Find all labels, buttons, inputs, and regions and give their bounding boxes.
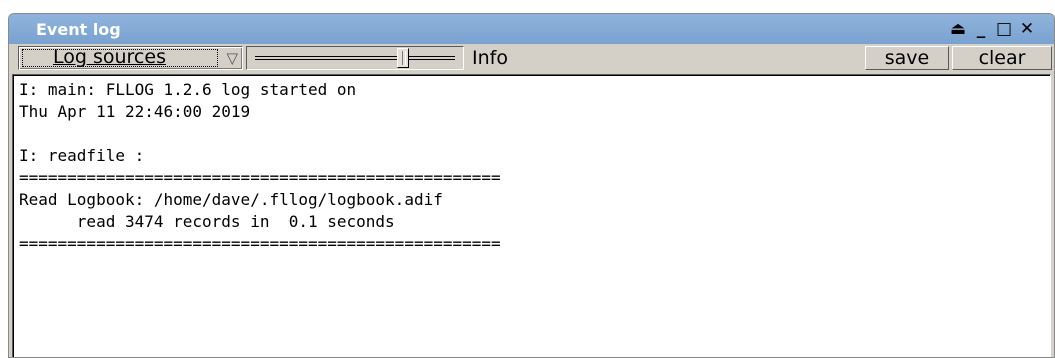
- log-line: ========================================…: [19, 168, 501, 187]
- log-line: Read Logbook: /home/dave/.fllog/logbook.…: [19, 190, 443, 209]
- title-bar[interactable]: Event log ⏏ _ □ ✕: [9, 14, 1054, 45]
- minimize-icon[interactable]: _: [970, 17, 992, 41]
- log-level-label: Info: [472, 47, 508, 69]
- shade-icon[interactable]: ⏏: [947, 17, 969, 41]
- log-line: Thu Apr 11 22:46:00 2019: [19, 102, 251, 121]
- save-button[interactable]: save: [865, 46, 949, 70]
- log-line: I: readfile :: [19, 146, 145, 165]
- window-title: Event log: [36, 20, 121, 39]
- maximize-icon[interactable]: □: [993, 17, 1015, 41]
- log-text: I: main: FLLOG 1.2.6 log started on Thu …: [13, 75, 1050, 255]
- close-icon[interactable]: ✕: [1016, 17, 1038, 41]
- slider-thumb[interactable]: [397, 48, 409, 68]
- log-line: ========================================…: [19, 234, 501, 253]
- slider-track: [255, 56, 455, 60]
- clear-button[interactable]: clear: [952, 46, 1052, 70]
- dropdown-triangle-icon: ▽: [226, 49, 238, 67]
- log-level-slider[interactable]: [246, 46, 464, 70]
- log-sources-menu-button[interactable]: Log sources ▽: [18, 46, 243, 70]
- toolbar: Log sources ▽ Info save clear: [9, 44, 1054, 72]
- log-line: read 3474 records in 0.1 seconds: [19, 212, 395, 231]
- log-line: I: main: FLLOG 1.2.6 log started on: [19, 80, 357, 99]
- log-text-area[interactable]: I: main: FLLOG 1.2.6 log started on Thu …: [12, 74, 1051, 357]
- log-sources-label: Log sources: [53, 46, 166, 68]
- event-log-window: Event log ⏏ _ □ ✕ Log sources ▽ Info sav…: [8, 13, 1055, 358]
